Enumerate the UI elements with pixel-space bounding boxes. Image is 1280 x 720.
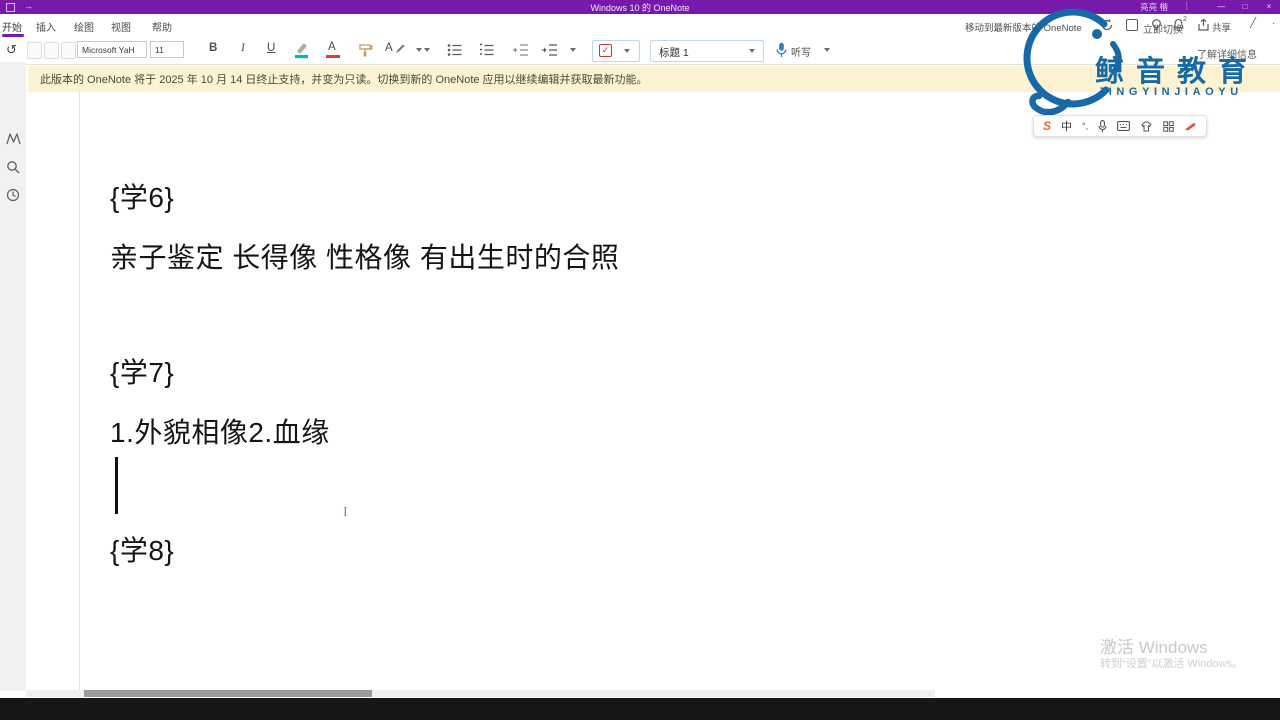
tag-chevron-icon bbox=[624, 49, 630, 53]
ime-punctuation-toggle[interactable]: °, bbox=[1082, 121, 1088, 131]
numbered-list-icon[interactable] bbox=[479, 43, 495, 57]
undo-icon[interactable]: ↺ bbox=[6, 42, 17, 58]
ime-skin-icon[interactable] bbox=[1140, 121, 1153, 132]
note-line-3[interactable]: {学7} bbox=[110, 351, 174, 391]
tab-draw[interactable]: 绘图 bbox=[74, 19, 94, 34]
bullet-list-icon[interactable] bbox=[447, 43, 463, 57]
outdent-icon[interactable] bbox=[512, 43, 529, 57]
style-select[interactable]: 标题 1 bbox=[650, 40, 764, 62]
cut-icon[interactable] bbox=[44, 42, 59, 59]
clear-formatting-button[interactable]: A bbox=[385, 42, 393, 54]
indent-icon[interactable] bbox=[541, 43, 558, 57]
tab-home[interactable]: 开始 bbox=[2, 19, 22, 34]
ime-brush-icon[interactable] bbox=[1184, 122, 1197, 131]
ime-toolbox-icon[interactable] bbox=[1163, 120, 1174, 132]
ibeam-cursor: I bbox=[343, 505, 348, 520]
italic-button[interactable]: I bbox=[241, 42, 245, 54]
ime-keyboard-icon[interactable] bbox=[1117, 121, 1130, 131]
horizontal-scrollbar-thumb[interactable] bbox=[84, 690, 372, 697]
dictate-label[interactable]: 听写 bbox=[791, 44, 811, 59]
small-pencil-icon bbox=[396, 44, 405, 53]
tab-view[interactable]: 视图 bbox=[111, 19, 131, 34]
active-tab-underline bbox=[2, 34, 24, 37]
font-color-bar bbox=[326, 55, 340, 59]
sogou-logo-icon[interactable]: S bbox=[1043, 119, 1051, 133]
paste-icon[interactable] bbox=[27, 42, 42, 59]
logo-subtitle: JINGYINJIAOYU bbox=[1098, 86, 1243, 98]
todo-checkbox-icon: ✓ bbox=[599, 44, 612, 57]
font-name-select[interactable]: Microsoft YaH bbox=[77, 41, 147, 58]
note-line-5[interactable]: {学8} bbox=[110, 529, 174, 569]
style-value: 标题 1 bbox=[659, 47, 689, 59]
text-caret bbox=[115, 457, 118, 514]
ime-toolbar: S 中 °, bbox=[1033, 115, 1207, 137]
dictate-mic-icon[interactable] bbox=[776, 42, 787, 58]
font-size-value: 11 bbox=[155, 44, 164, 55]
todo-tag-group[interactable]: ✓ bbox=[592, 40, 640, 62]
style-chevron-icon bbox=[749, 49, 755, 53]
tab-help[interactable]: 帮助 bbox=[152, 19, 172, 34]
eol-banner-text: 此版本的 OneNote 将于 2025 年 10 月 14 日终止支持，并变为… bbox=[40, 74, 648, 86]
note-canvas[interactable]: {学6} 亲子鉴定 长得像 性格像 有出生时的合照 {学7} 1.外貌相像2.血… bbox=[0, 92, 1280, 690]
font-name-value: Microsoft YaH bbox=[82, 44, 135, 55]
copy-icon[interactable] bbox=[61, 42, 76, 59]
format-painter-icon[interactable] bbox=[358, 42, 374, 58]
highlighter-icon[interactable] bbox=[293, 41, 310, 59]
screen: → Windows 10 的 OneNote 亮亮 楷 | — □ × 开始 插… bbox=[0, 0, 1280, 720]
note-line-1[interactable]: {学6} bbox=[110, 176, 174, 216]
ime-mode-toggle[interactable]: 中 bbox=[1061, 118, 1072, 134]
activate-windows-subtext: 转到“设置”以激活 Windows。 bbox=[1100, 658, 1244, 670]
taskbar: W yd N 中 S 31 20:06:00 2025/11/13 AI bbox=[0, 698, 1280, 720]
font-color-button[interactable]: A bbox=[328, 41, 336, 53]
logo-title: 鲸音教育 bbox=[1095, 56, 1260, 88]
font-group-chevron-icon[interactable] bbox=[416, 48, 422, 52]
underline-button[interactable]: U bbox=[267, 42, 275, 54]
font-size-select[interactable]: 11 bbox=[150, 41, 184, 58]
bold-button[interactable]: B bbox=[209, 42, 217, 54]
tab-insert[interactable]: 插入 bbox=[36, 19, 56, 34]
list-group-chevron-icon[interactable] bbox=[570, 48, 576, 52]
note-line-4[interactable]: 1.外貌相像2.血缘 bbox=[110, 411, 330, 451]
chevron-down-icon[interactable] bbox=[424, 48, 430, 52]
ime-mic-icon[interactable] bbox=[1098, 119, 1107, 133]
note-line-2[interactable]: 亲子鉴定 长得像 性格像 有出生时的合照 bbox=[110, 236, 619, 276]
dictate-chevron-icon[interactable] bbox=[824, 48, 830, 52]
